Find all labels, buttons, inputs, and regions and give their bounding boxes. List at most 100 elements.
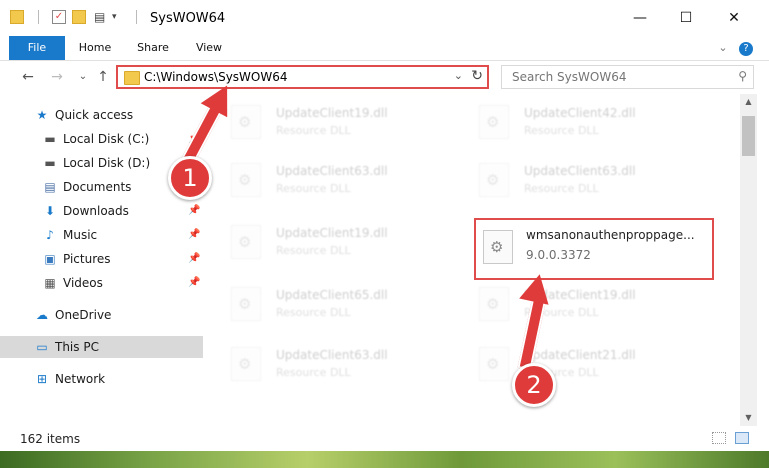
list-item[interactable]: UpdateClient65.dll Resource DLL — [218, 280, 458, 328]
details-view-icon[interactable] — [712, 432, 726, 444]
address-dropdown-icon[interactable]: ⌄ — [454, 69, 463, 82]
drive-icon: ▬ — [44, 132, 56, 146]
dll-file-icon — [479, 347, 509, 381]
up-button[interactable]: ↑ — [94, 67, 112, 87]
tab-share[interactable]: Share — [130, 36, 176, 60]
window-title: SysWOW64 — [150, 11, 226, 26]
toolbar-dropdown-icon[interactable]: ▾ — [112, 10, 126, 24]
list-item[interactable]: UpdateClient19.dll Resource DLL — [218, 218, 458, 266]
scroll-down-icon[interactable]: ▼ — [740, 410, 757, 426]
refresh-icon[interactable]: ↻ — [471, 68, 483, 84]
sidebar-item-label: OneDrive — [55, 308, 112, 322]
file-name: wmsanonauthenproppage... — [526, 228, 695, 242]
separator-bar — [136, 10, 137, 24]
dll-file-icon — [231, 105, 261, 139]
annotation-badge-2: 2 — [512, 363, 556, 407]
sidebar-item-onedrive[interactable]: ☁ OneDrive — [0, 304, 203, 326]
file-name: UpdateClient63.dll — [276, 348, 388, 362]
file-name: UpdateClient42.dll — [524, 106, 636, 120]
pictures-icon: ▣ — [44, 252, 56, 266]
list-item[interactable]: UpdateClient63.dll Resource DLL — [466, 156, 706, 204]
dll-file-icon — [479, 105, 509, 139]
help-label: ? — [739, 42, 753, 56]
pin-icon[interactable]: 📌 — [188, 224, 200, 246]
address-bar[interactable]: C:\Windows\SysWOW64 ⌄ ↻ — [116, 65, 489, 89]
ribbon-tabs: File Home Share View ⌄ ? — [0, 36, 769, 61]
list-item[interactable]: UpdateClient19.dll Resource DLL — [466, 280, 706, 328]
folder-icon — [124, 71, 140, 85]
item-count: 162 items — [20, 432, 81, 446]
recent-locations-button[interactable]: ⌄ — [74, 67, 92, 87]
search-box[interactable]: ⚲ — [501, 65, 754, 89]
list-item[interactable]: UpdateClient42.dll Resource DLL — [466, 98, 706, 146]
new-folder-icon[interactable] — [72, 10, 86, 24]
search-icon[interactable]: ⚲ — [738, 69, 747, 83]
scroll-thumb[interactable] — [742, 116, 755, 156]
sidebar-item-label: Downloads — [63, 204, 129, 218]
file-name: UpdateClient19.dll — [276, 226, 388, 240]
tab-view[interactable]: View — [186, 36, 232, 60]
customize-toolbar-icon[interactable]: ▤ — [94, 10, 108, 24]
annotation-arrowhead-2 — [519, 269, 555, 305]
sidebar-item-network[interactable]: ⊞ Network — [0, 368, 203, 390]
dll-file-icon — [479, 163, 509, 197]
sidebar-item-label: Network — [55, 372, 106, 386]
minimize-button[interactable]: — — [617, 0, 663, 36]
pin-icon[interactable]: 📌 — [188, 248, 200, 270]
download-icon: ⬇ — [44, 204, 56, 218]
sidebar-item-pictures[interactable]: ▣ Pictures 📌 — [0, 248, 203, 270]
list-item[interactable]: UpdateClient21.dll Resource DLL — [466, 340, 706, 388]
sidebar-item-label: This PC — [55, 340, 99, 354]
pin-icon[interactable]: 📌 — [188, 200, 200, 222]
dll-file-icon — [483, 230, 513, 264]
document-icon: ▤ — [44, 180, 56, 194]
pin-icon[interactable]: 📌 — [188, 272, 200, 294]
tab-home[interactable]: Home — [72, 36, 118, 60]
file-description: Resource DLL — [276, 306, 351, 319]
annotation-badge-1: 1 — [168, 156, 212, 200]
sidebar-item-videos[interactable]: ▦ Videos 📌 — [0, 272, 203, 294]
scroll-up-icon[interactable]: ▲ — [740, 94, 757, 110]
ribbon-expand-icon[interactable]: ⌄ — [714, 36, 732, 60]
maximize-button[interactable]: ☐ — [663, 0, 709, 36]
video-icon: ▦ — [44, 276, 56, 290]
list-item[interactable]: UpdateClient19.dll Resource DLL — [218, 98, 458, 146]
sidebar-item-label: Pictures — [63, 252, 111, 266]
file-description: Resource DLL — [276, 366, 351, 379]
computer-icon: ▭ — [36, 340, 48, 354]
close-button[interactable]: ✕ — [711, 0, 757, 36]
properties-icon[interactable]: ✓ — [52, 10, 66, 24]
help-icon[interactable]: ? — [738, 36, 754, 60]
dll-file-icon — [231, 347, 261, 381]
file-description: Resource DLL — [276, 244, 351, 257]
file-list: UpdateClient19.dll Resource DLL UpdateCl… — [218, 94, 738, 424]
search-input[interactable] — [510, 69, 724, 85]
file-description: Resource DLL — [524, 182, 599, 195]
title-bar: ✓ ▤ ▾ SysWOW64 — ☐ ✕ — [0, 0, 769, 36]
file-name: UpdateClient65.dll — [276, 288, 388, 302]
sidebar-item-label: Quick access — [55, 108, 134, 122]
list-item[interactable]: UpdateClient63.dll Resource DLL — [218, 340, 458, 388]
file-description: Resource DLL — [524, 124, 599, 137]
sidebar-item-downloads[interactable]: ⬇ Downloads 📌 — [0, 200, 203, 222]
list-item-selected[interactable]: wmsanonauthenproppage... 9.0.0.3372 — [474, 218, 714, 280]
cloud-icon: ☁ — [36, 308, 48, 322]
sidebar-item-music[interactable]: ♪ Music 📌 — [0, 224, 203, 246]
forward-button[interactable]: → — [48, 67, 66, 87]
list-item[interactable]: UpdateClient63.dll Resource DLL — [218, 156, 458, 204]
sidebar-item-this-pc[interactable]: ▭ This PC — [0, 336, 203, 358]
file-description: Resource DLL — [276, 182, 351, 195]
large-icons-view-icon[interactable] — [735, 432, 749, 444]
file-name: UpdateClient19.dll — [276, 106, 388, 120]
sidebar-item-quick-access[interactable]: ★ Quick access — [0, 104, 203, 126]
tab-file[interactable]: File — [9, 36, 65, 60]
back-button[interactable]: ← — [19, 67, 37, 87]
sidebar-item-label: Local Disk (C:) — [63, 132, 150, 146]
sidebar-item-label: Documents — [63, 180, 132, 194]
sidebar-item-local-disk-c[interactable]: ▬ Local Disk (C:) 📌 — [0, 128, 203, 150]
explorer-window: ✓ ▤ ▾ SysWOW64 — ☐ ✕ File Home Share Vie… — [0, 0, 769, 452]
sidebar-item-label: Music — [63, 228, 98, 242]
vertical-scrollbar[interactable]: ▲ ▼ — [740, 94, 757, 426]
file-name: UpdateClient63.dll — [276, 164, 388, 178]
dll-file-icon — [231, 287, 261, 321]
